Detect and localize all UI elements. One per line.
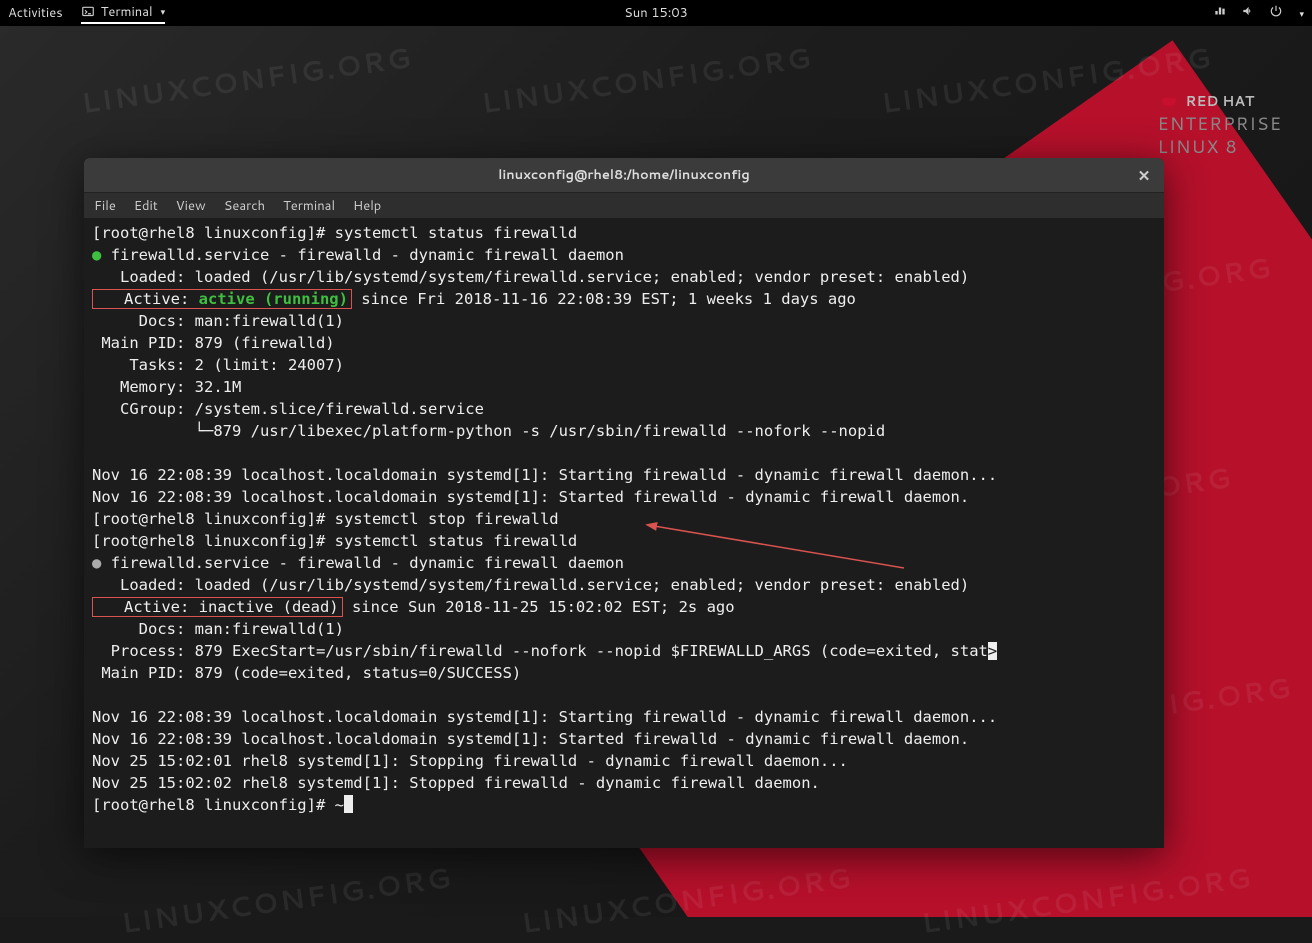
app-menu-terminal[interactable]: Terminal ▾ — [81, 3, 165, 24]
clock[interactable]: Sun 15:03 — [624, 4, 688, 22]
annotation-arrow — [644, 518, 924, 578]
terminal-menubar: File Edit View Search Terminal Help — [84, 192, 1164, 218]
window-title: linuxconfig@rhel8:/home/linuxconfig — [498, 166, 749, 184]
close-button[interactable]: ✕ — [1134, 165, 1154, 185]
network-icon[interactable] — [1213, 4, 1227, 23]
window-titlebar[interactable]: linuxconfig@rhel8:/home/linuxconfig ✕ — [84, 158, 1164, 192]
activities-button[interactable]: Activities — [8, 4, 63, 22]
gnome-topbar: Activities Terminal ▾ Sun 15:03 ▾ — [0, 0, 1312, 26]
menu-terminal[interactable]: Terminal — [283, 197, 335, 215]
menu-file[interactable]: File — [94, 197, 116, 215]
close-icon: ✕ — [1138, 165, 1151, 186]
power-icon[interactable] — [1269, 4, 1283, 23]
chevron-down-icon: ▾ — [1299, 7, 1304, 20]
volume-icon[interactable] — [1241, 4, 1255, 23]
menu-view[interactable]: View — [176, 197, 206, 215]
terminal-window: linuxconfig@rhel8:/home/linuxconfig ✕ Fi… — [84, 158, 1164, 848]
terminal-icon — [81, 5, 95, 19]
menu-edit[interactable]: Edit — [134, 197, 158, 215]
menu-help[interactable]: Help — [353, 197, 381, 215]
app-menu-label: Terminal — [101, 3, 153, 21]
menu-search[interactable]: Search — [224, 197, 265, 215]
terminal-cursor — [344, 795, 353, 813]
terminal-output[interactable]: [root@rhel8 linuxconfig]# systemctl stat… — [84, 218, 1164, 848]
chevron-down-icon: ▾ — [161, 5, 166, 18]
redhat-logo-text: RED HAT ENTERPRISE LINUX 8 — [1158, 90, 1282, 159]
